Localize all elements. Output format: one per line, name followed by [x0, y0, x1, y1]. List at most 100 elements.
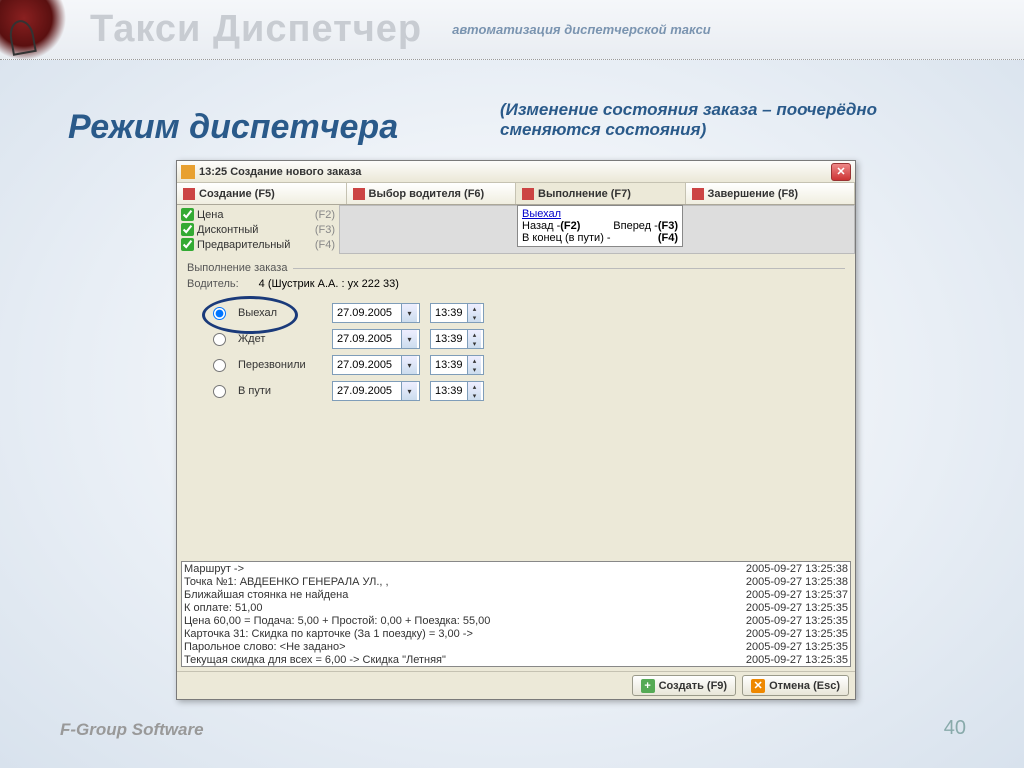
checkbox[interactable] [181, 223, 194, 236]
status-row: Ждет 27.09.2005▾ 13:39▴▾ [213, 326, 855, 352]
log-row: Точка №1: АВДЕЕНКО ГЕНЕРАЛА УЛ., ,2005-0… [184, 576, 848, 589]
log-row: Маршрут ->2005-09-27 13:25:38 [184, 563, 848, 576]
log-row: К оплате: 51,002005-09-27 13:25:35 [184, 602, 848, 615]
time-input[interactable]: 13:39▴▾ [430, 381, 484, 401]
tab-create[interactable]: Создание (F5) [177, 183, 347, 204]
log-text: Карточка 31: Скидка по карточке (За 1 по… [184, 628, 473, 641]
subbar: Цена(F2) Дисконтный(F3) Предварительный(… [177, 205, 855, 254]
pop-text: В конец (в пути) - [522, 232, 611, 244]
log-date: 2005-09-27 13:25:38 [746, 576, 848, 589]
date-input[interactable]: 27.09.2005▾ [332, 329, 420, 349]
status-label: Ждет [238, 333, 322, 345]
log-text: Цена 60,00 = Подача: 5,00 + Простой: 0,0… [184, 615, 490, 628]
check-hotkey: (F3) [315, 224, 335, 236]
log-date: 2005-09-27 13:25:35 [746, 615, 848, 628]
log-row: Карточка 31: Скидка по карточке (За 1 по… [184, 628, 848, 641]
check-label: Дисконтный [197, 224, 315, 236]
log-date: 2005-09-27 13:25:35 [746, 654, 848, 667]
check-prelim[interactable]: Предварительный(F4) [181, 237, 335, 252]
chevron-down-icon[interactable]: ▾ [401, 382, 417, 400]
time-input[interactable]: 13:39▴▾ [430, 329, 484, 349]
popup-row: В конец (в пути) - (F4) [522, 232, 678, 244]
tab-icon [692, 188, 704, 200]
log-text: Парольное слово: <Не задано> [184, 641, 346, 654]
page-number: 40 [944, 717, 966, 740]
status-label: Выехал [238, 307, 322, 319]
check-discount[interactable]: Дисконтный(F3) [181, 222, 335, 237]
log-text: Текущая скидка для всех = 6,00 -> Скидка… [184, 654, 446, 667]
tab-execution[interactable]: Выполнение (F7) [516, 183, 686, 204]
tab-finish[interactable]: Завершение (F8) [686, 183, 856, 204]
cancel-button[interactable]: ✕ Отмена (Esc) [742, 675, 849, 696]
titlebar[interactable]: 13:25 Создание нового заказа ✕ [177, 161, 855, 183]
log-row: Текущая скидка для всех = 6,00 -> Скидка… [184, 654, 848, 667]
date-input[interactable]: 27.09.2005▾ [332, 381, 420, 401]
status-radio[interactable] [213, 359, 226, 372]
status-label: В пути [238, 385, 322, 397]
tab-label: Завершение (F8) [708, 188, 799, 200]
spinner[interactable]: ▴▾ [467, 330, 481, 348]
status-radio[interactable] [213, 307, 226, 320]
chevron-down-icon[interactable]: ▾ [401, 356, 417, 374]
tab-icon [353, 188, 365, 200]
log-date: 2005-09-27 13:25:35 [746, 628, 848, 641]
check-label: Предварительный [197, 239, 315, 251]
x-icon: ✕ [751, 679, 765, 693]
tab-label: Создание (F5) [199, 188, 275, 200]
pop-hot: (F3) [658, 220, 678, 232]
pop-hot: (F2) [560, 220, 580, 232]
driver-line: Водитель: 4 (Шустрик А.А. : ух 222 33) [187, 278, 845, 290]
window-title: 13:25 Создание нового заказа [199, 166, 831, 178]
check-label: Цена [197, 209, 315, 221]
status-label: Перезвонили [238, 359, 322, 371]
checkbox[interactable] [181, 238, 194, 251]
tab-label: Выбор водителя (F6) [369, 188, 485, 200]
tab-icon [183, 188, 195, 200]
spinner[interactable]: ▴▾ [467, 304, 481, 322]
time-input[interactable]: 13:39▴▾ [430, 355, 484, 375]
plus-icon: + [641, 679, 655, 693]
brand-title: Такси Диспетчер [90, 8, 422, 51]
chevron-down-icon[interactable]: ▾ [401, 330, 417, 348]
log-row: Цена 60,00 = Подача: 5,00 + Простой: 0,0… [184, 615, 848, 628]
close-button[interactable]: ✕ [831, 163, 851, 181]
log-text: Ближайшая стоянка не найдена [184, 589, 348, 602]
date-input[interactable]: 27.09.2005▾ [332, 355, 420, 375]
section-header: Выполнение заказа [187, 262, 845, 274]
button-label: Создать (F9) [659, 680, 727, 692]
check-hotkey: (F2) [315, 209, 335, 221]
status-row: Перезвонили 27.09.2005▾ 13:39▴▾ [213, 352, 855, 378]
pop-hot: (F4) [658, 232, 678, 244]
checkbox[interactable] [181, 208, 194, 221]
status-popup: Выехал Назад -(F2) Вперед -(F3) В конец … [517, 205, 683, 247]
tabs: Создание (F5) Выбор водителя (F6) Выполн… [177, 183, 855, 205]
popup-link[interactable]: Выехал [522, 208, 561, 220]
spinner[interactable]: ▴▾ [467, 382, 481, 400]
driver-value: 4 (Шустрик А.А. : ух 222 33) [259, 278, 399, 290]
driver-label: Водитель: [187, 278, 239, 290]
tab-label: Выполнение (F7) [538, 188, 631, 200]
order-window: 13:25 Создание нового заказа ✕ Создание … [176, 160, 856, 700]
page-subtitle: (Изменение состояния заказа – поочерёдно… [500, 100, 880, 140]
create-button[interactable]: + Создать (F9) [632, 675, 736, 696]
log-text: К оплате: 51,00 [184, 602, 263, 615]
chevron-down-icon[interactable]: ▾ [401, 304, 417, 322]
time-input[interactable]: 13:39▴▾ [430, 303, 484, 323]
log-text: Маршрут -> [184, 563, 244, 576]
log-area[interactable]: Маршрут ->2005-09-27 13:25:38Точка №1: А… [181, 561, 851, 667]
avatar [0, 0, 80, 60]
status-radio[interactable] [213, 385, 226, 398]
footer: F-Group Software [60, 720, 204, 740]
button-bar: + Создать (F9) ✕ Отмена (Esc) [177, 671, 855, 699]
check-price[interactable]: Цена(F2) [181, 207, 335, 222]
spinner[interactable]: ▴▾ [467, 356, 481, 374]
brand-tagline: автоматизация диспетчерской такси [452, 22, 711, 37]
status-radio[interactable] [213, 333, 226, 346]
check-column: Цена(F2) Дисконтный(F3) Предварительный(… [177, 205, 339, 254]
status-rows: Выехал 27.09.2005▾ 13:39▴▾ Ждет 27.09.2005▾ 1… [213, 300, 855, 404]
button-label: Отмена (Esc) [769, 680, 840, 692]
pop-text: Назад - [522, 220, 560, 232]
popup-row: Назад -(F2) Вперед -(F3) [522, 220, 678, 232]
tab-driver[interactable]: Выбор водителя (F6) [347, 183, 517, 204]
date-input[interactable]: 27.09.2005▾ [332, 303, 420, 323]
